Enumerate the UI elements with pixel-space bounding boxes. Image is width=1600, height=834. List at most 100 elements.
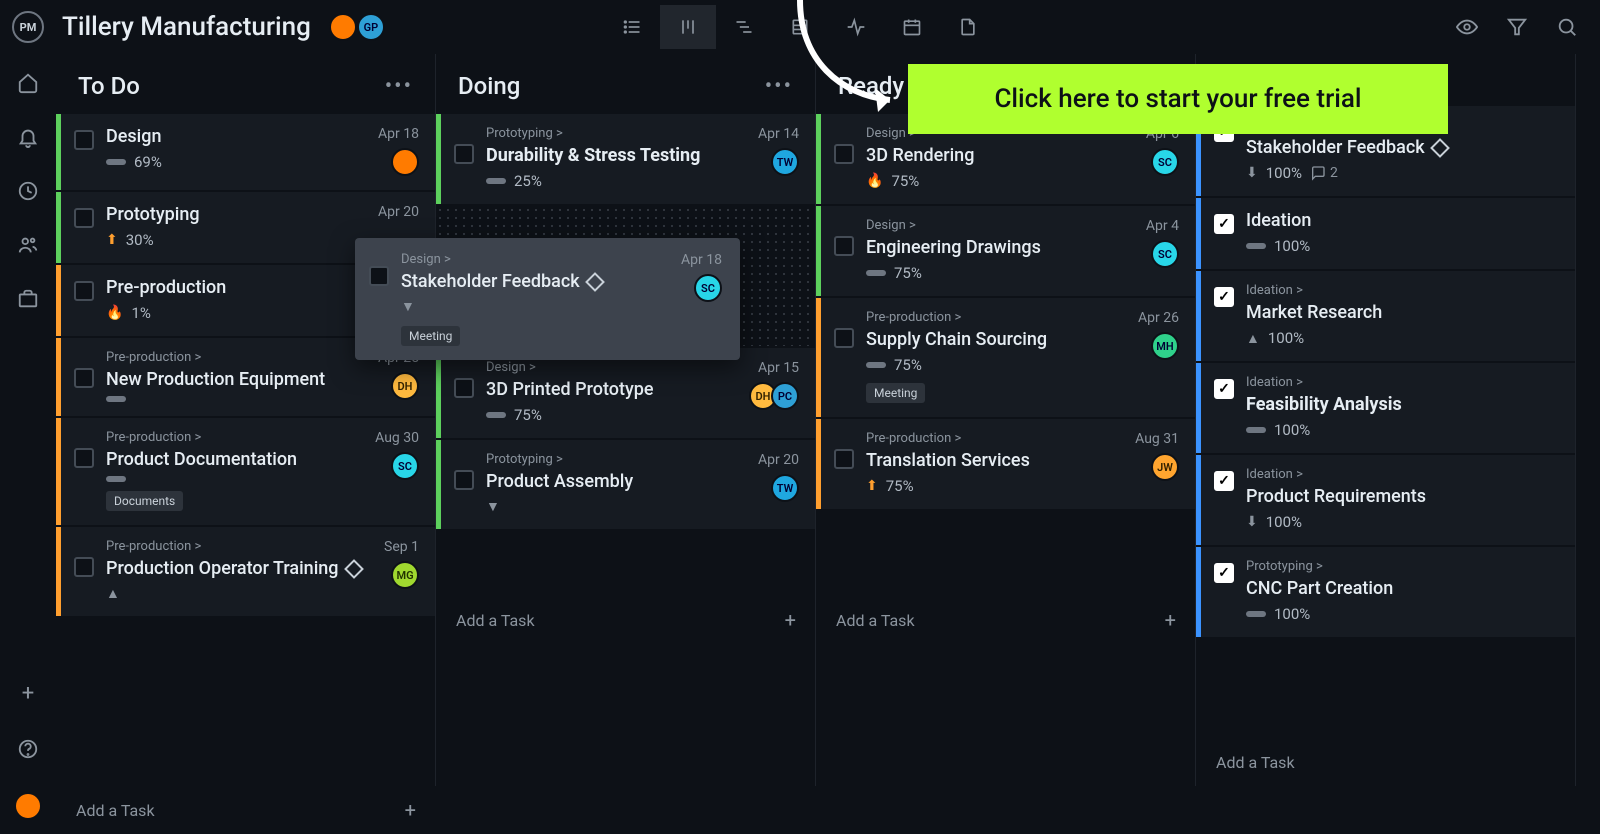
card-progress: 25% — [514, 172, 542, 190]
card-breadcrumb: Pre-production > — [866, 310, 1126, 325]
avatar[interactable]: SC — [1151, 148, 1179, 176]
card-stripe — [436, 348, 441, 438]
header-avatars[interactable]: GP — [329, 13, 385, 41]
app-logo[interactable]: PM — [12, 11, 44, 43]
add-icon[interactable]: + — [22, 681, 34, 706]
task-card[interactable]: Pre-production > Product Documentation D… — [56, 418, 435, 525]
task-checkbox[interactable] — [74, 368, 94, 388]
task-checkbox[interactable] — [834, 449, 854, 469]
task-checkbox[interactable]: ✓ — [1214, 379, 1234, 399]
task-checkbox[interactable] — [74, 448, 94, 468]
task-checkbox[interactable] — [74, 557, 94, 577]
recent-icon[interactable] — [17, 180, 39, 202]
task-checkbox[interactable] — [74, 208, 94, 228]
card-title: Product Documentation — [106, 449, 363, 470]
visibility-icon[interactable] — [1456, 16, 1478, 38]
notifications-icon[interactable] — [17, 126, 39, 148]
comments-icon[interactable]: 2 — [1310, 165, 1338, 181]
task-card[interactable]: Pre-production > Supply Chain Sourcing 7… — [816, 298, 1195, 417]
add-task-button[interactable]: Add a Task+ — [56, 786, 436, 834]
add-task-button[interactable]: Add a Task — [1196, 738, 1576, 786]
task-checkbox[interactable] — [454, 470, 474, 490]
priority-low-icon: ⬇ — [1246, 165, 1258, 181]
projects-icon[interactable] — [17, 288, 39, 310]
expand-icon: ▲ — [106, 585, 120, 602]
task-card[interactable]: Design > 3D Printed Prototype 75% Apr 15… — [436, 348, 815, 438]
view-files-icon[interactable] — [940, 5, 996, 49]
card-date: Aug 30 — [375, 430, 419, 446]
help-icon[interactable] — [17, 738, 39, 760]
avatar[interactable]: GP — [357, 13, 385, 41]
card-title: Product Requirements — [1246, 486, 1547, 507]
add-task-button[interactable]: Add a Task+ — [436, 596, 816, 644]
user-avatar[interactable] — [14, 792, 42, 820]
task-checkbox[interactable] — [454, 144, 474, 164]
task-card[interactable]: ✓ Ideation > Market Research ▲ 100% — [1196, 271, 1575, 361]
avatar[interactable]: SC — [391, 452, 419, 480]
task-checkbox[interactable]: ✓ — [1214, 471, 1234, 491]
task-card[interactable]: Design 69% Apr 18 — [56, 114, 435, 190]
dragging-card[interactable]: Design > Stakeholder Feedback ▼ Meeting … — [355, 238, 740, 360]
view-list-icon[interactable] — [604, 5, 660, 49]
avatar[interactable]: SC — [1151, 240, 1179, 268]
avatar[interactable]: TW — [771, 474, 799, 502]
avatar[interactable] — [329, 13, 357, 41]
card-progress: 30% — [126, 231, 154, 249]
task-card[interactable]: Pre-production > Translation Services ⬆ … — [816, 419, 1195, 509]
card-breadcrumb: Pre-production > — [866, 431, 1123, 446]
view-board-icon[interactable] — [660, 5, 716, 49]
avatar[interactable] — [391, 148, 419, 176]
milestone-icon — [1430, 138, 1450, 158]
search-icon[interactable] — [1556, 16, 1578, 38]
task-checkbox[interactable]: ✓ — [1214, 563, 1234, 583]
task-card[interactable]: Prototyping > Durability & Stress Testin… — [436, 114, 815, 204]
task-card[interactable]: ✓ Ideation > Product Requirements ⬇ 100% — [1196, 455, 1575, 545]
avatar[interactable]: MG — [391, 561, 419, 589]
column-ready: Ready Design > 3D Rendering 🔥 75% Apr 6 … — [816, 54, 1196, 786]
task-card[interactable]: Prototyping > Product Assembly ▼ Apr 20 … — [436, 440, 815, 529]
team-icon[interactable] — [17, 234, 39, 256]
avatar[interactable]: MH — [1151, 332, 1179, 360]
task-card[interactable]: ✓ Ideation 100% — [1196, 198, 1575, 269]
task-card[interactable]: Design > Engineering Drawings 75% Apr 4 … — [816, 206, 1195, 296]
task-checkbox[interactable]: ✓ — [1214, 287, 1234, 307]
card-progress: 100% — [1274, 421, 1310, 439]
task-card[interactable]: Pre-production > Production Operator Tra… — [56, 527, 435, 616]
home-icon[interactable] — [17, 72, 39, 94]
task-checkbox[interactable] — [834, 144, 854, 164]
card-title: 3D Printed Prototype — [486, 379, 743, 400]
view-gantt-icon[interactable] — [716, 5, 772, 49]
task-checkbox[interactable] — [834, 236, 854, 256]
task-card[interactable]: ✓ Ideation > Feasibility Analysis 100% — [1196, 363, 1575, 453]
filter-icon[interactable] — [1506, 16, 1528, 38]
task-checkbox[interactable] — [74, 130, 94, 150]
card-breadcrumb: Pre-production > — [106, 539, 372, 554]
card-breadcrumb: Pre-production > — [106, 430, 363, 445]
add-task-button[interactable]: Add a Task+ — [816, 596, 1196, 644]
avatar[interactable]: JW — [1151, 453, 1179, 481]
task-checkbox[interactable] — [834, 328, 854, 348]
card-progress: 100% — [1274, 237, 1310, 255]
tag: Documents — [106, 491, 183, 511]
cta-banner[interactable]: Click here to start your free trial — [908, 64, 1448, 134]
progress-icon — [106, 159, 126, 165]
avatar[interactable]: PC — [771, 382, 799, 410]
task-checkbox[interactable] — [74, 281, 94, 301]
card-progress: 1% — [131, 304, 150, 322]
card-date: Sep 1 — [384, 539, 419, 555]
task-checkbox[interactable]: ✓ — [1214, 214, 1234, 234]
progress-icon — [1246, 243, 1266, 249]
task-checkbox[interactable] — [454, 378, 474, 398]
card-date: Apr 20 — [758, 452, 799, 468]
priority-urgent-icon: 🔥 — [866, 173, 883, 189]
task-card[interactable]: ✓ Prototyping > CNC Part Creation 100% — [1196, 547, 1575, 637]
avatar[interactable]: DH — [391, 372, 419, 400]
avatar[interactable]: TW — [771, 148, 799, 176]
task-checkbox[interactable] — [369, 266, 389, 286]
avatar[interactable]: SC — [694, 274, 722, 302]
column-todo: To Do ••• Design 69% Apr 18 Prototyping … — [56, 54, 436, 786]
tag: Meeting — [401, 326, 460, 346]
card-stripe — [56, 338, 61, 416]
milestone-icon — [344, 559, 364, 579]
column-menu-icon[interactable]: ••• — [385, 74, 413, 99]
